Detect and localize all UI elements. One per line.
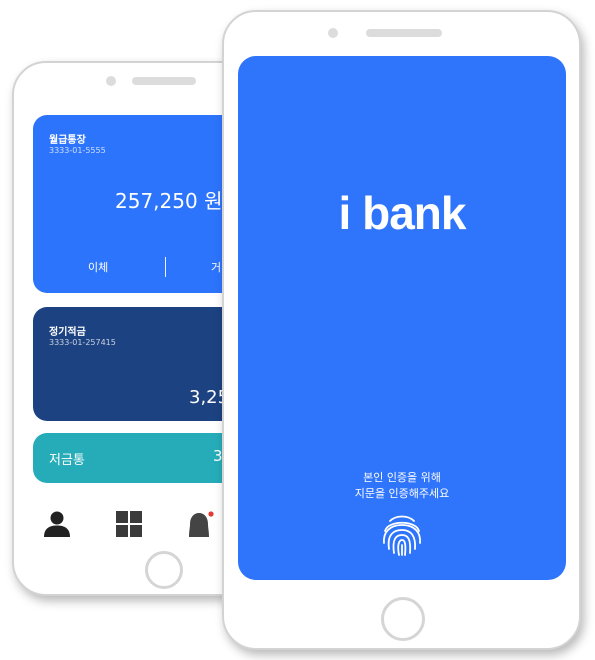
notification-dot xyxy=(208,511,214,517)
account-title: 정기적금 xyxy=(49,327,86,338)
home-button[interactable] xyxy=(145,551,183,589)
person-icon[interactable] xyxy=(42,511,72,537)
transfer-button[interactable]: 이체 xyxy=(88,259,108,275)
fingerprint-icon[interactable] xyxy=(378,511,426,559)
speaker xyxy=(132,77,196,85)
grid-icon[interactable] xyxy=(115,511,143,537)
account-title: 월급통장 xyxy=(49,135,86,146)
camera xyxy=(328,28,338,38)
camera xyxy=(106,76,116,86)
account-balance: 257,250 원 xyxy=(115,189,223,213)
bell-icon[interactable] xyxy=(186,511,216,539)
auth-instruction-line1: 본인 인증을 위해 xyxy=(363,471,441,484)
home-button[interactable] xyxy=(381,597,425,641)
action-divider xyxy=(165,257,166,277)
account-title: 저금통 xyxy=(49,453,85,468)
auth-instruction-line2: 지문을 인증해주세요 xyxy=(354,487,450,500)
history-button[interactable]: 거 xyxy=(211,259,221,275)
account-number: 3333-01-257415 xyxy=(49,338,116,347)
speaker xyxy=(366,29,442,37)
login-screen: i bank 본인 인증을 위해 지문을 인증해주세요 xyxy=(238,56,566,580)
account-number: 3333-01-5555 xyxy=(49,146,106,155)
app-logo: i bank xyxy=(338,187,467,239)
front-phone-frame: i bank 본인 인증을 위해 지문을 인증해주세요 xyxy=(222,10,581,650)
